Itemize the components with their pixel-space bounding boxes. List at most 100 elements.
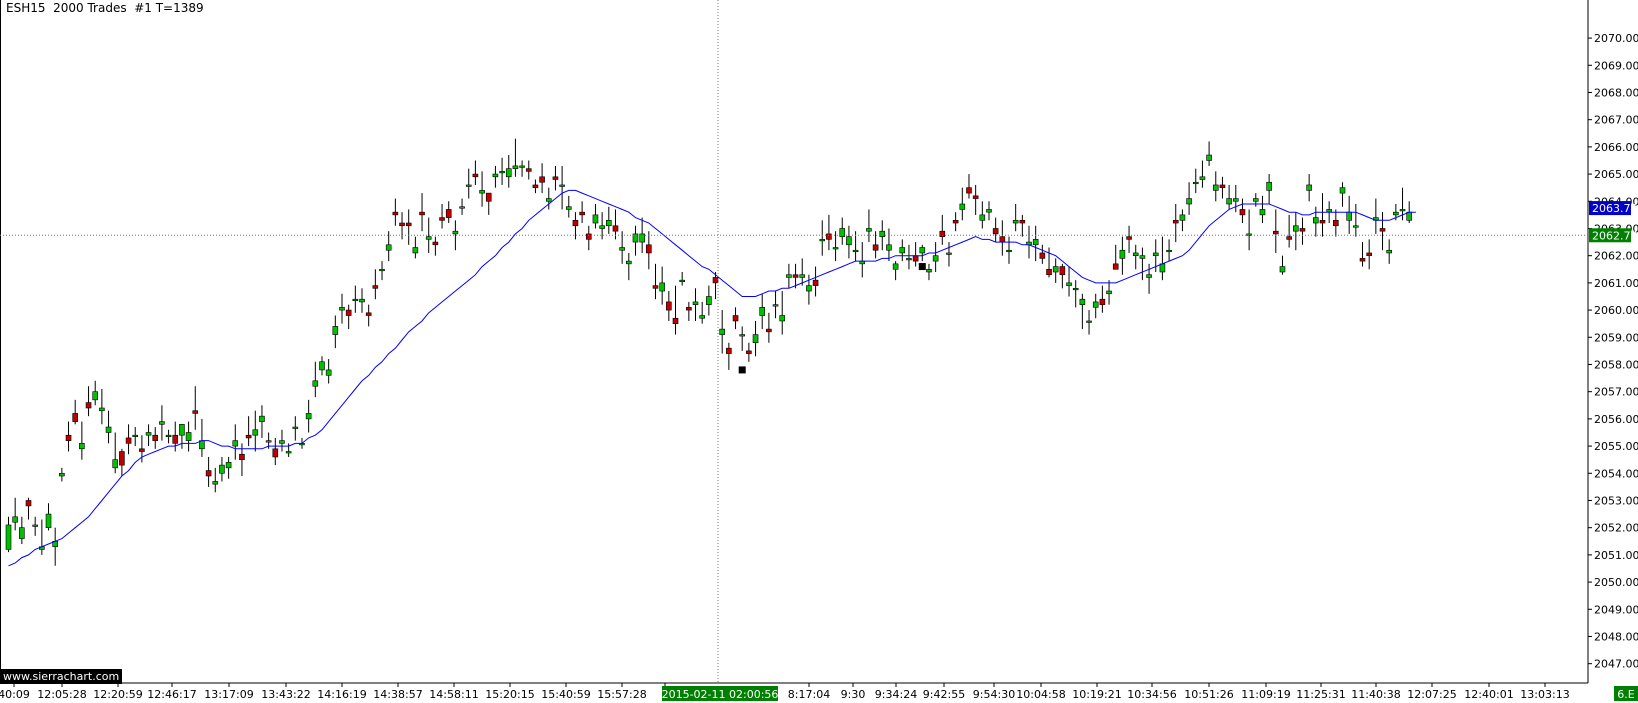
- candles-layer: [5, 138, 1412, 566]
- candle-down: [345, 309, 352, 316]
- candle-up: [779, 315, 786, 322]
- candle-up: [852, 249, 859, 253]
- y-tick-label: 2048.00: [1594, 630, 1638, 643]
- y-tick-label: 2058.00: [1594, 358, 1638, 371]
- candle-down: [239, 453, 245, 460]
- candle-up: [1246, 233, 1252, 236]
- x-tick-label: 12:40:01: [1464, 688, 1513, 701]
- candle-up: [519, 165, 525, 168]
- x-tick-label: 10:19:21: [1072, 688, 1121, 701]
- x-tick-label: 11:25:31: [1296, 688, 1345, 701]
- candle-down: [792, 274, 799, 278]
- y-tick-label: 2049.00: [1594, 603, 1638, 616]
- candle-up: [412, 247, 419, 254]
- candle-up: [179, 424, 185, 436]
- candle-up: [959, 203, 966, 210]
- y-tick-label: 2065.00: [1594, 168, 1638, 181]
- candle-down: [666, 301, 672, 311]
- candle-up: [32, 524, 38, 527]
- candle-up: [759, 307, 766, 316]
- candle-up: [112, 459, 119, 469]
- y-tick-label: 2055.00: [1594, 440, 1638, 453]
- candle-up: [325, 369, 332, 376]
- candle-down: [245, 434, 252, 439]
- candle-up: [806, 285, 812, 292]
- y-tick-label: 2052.00: [1594, 522, 1638, 535]
- candle-up: [1252, 198, 1259, 202]
- candle-down: [1019, 220, 1026, 224]
- candle-up: [1192, 181, 1199, 185]
- candle-up: [79, 443, 85, 450]
- crosshair-time-label: 2015-02-11 02:00:56: [662, 688, 779, 701]
- y-tick-label: 2047.00: [1594, 658, 1638, 671]
- candle-up: [265, 440, 272, 443]
- candle-up: [565, 206, 572, 210]
- y-tick-label: 2068.00: [1594, 86, 1638, 99]
- candle-down: [365, 312, 372, 316]
- candle-up: [819, 239, 826, 242]
- candle-up: [679, 279, 685, 282]
- x-tick-label: 11:40:38: [1351, 688, 1400, 701]
- y-tick-label: 2053.00: [1594, 494, 1638, 507]
- candle-up: [19, 527, 25, 539]
- x-tick-label: 10:51:26: [1184, 688, 1233, 701]
- candle-down: [532, 184, 539, 188]
- x-tick-label: 15:40:59: [541, 688, 590, 701]
- candle-down: [812, 279, 819, 286]
- candle-up: [279, 440, 285, 444]
- x-tick-label: 15:20:15: [485, 688, 534, 701]
- candle-down: [72, 413, 78, 422]
- candle-down: [872, 244, 879, 251]
- candle-up: [385, 244, 392, 251]
- x-tick-label: 9:42:55: [923, 688, 965, 701]
- watermark-label[interactable]: www.sierrachart.com: [0, 669, 123, 684]
- candle-up: [292, 426, 299, 429]
- candle-up: [772, 304, 779, 307]
- candle-down: [826, 233, 832, 240]
- candle-down: [1366, 252, 1372, 256]
- candle-up: [1086, 320, 1092, 323]
- candle-up: [12, 516, 18, 523]
- candle-up: [1353, 225, 1359, 228]
- candle-down: [1112, 263, 1119, 270]
- candle-down: [1299, 228, 1306, 232]
- x-tick-label: 12:05:28: [37, 688, 86, 701]
- time-axis[interactable]: 40:09 12:05:28 12:20:59 12:46:17 13:17:09 13:…: [0, 683, 1570, 701]
- candle-up: [145, 432, 152, 436]
- candle-up: [465, 184, 472, 187]
- candle-up: [892, 263, 899, 270]
- x-tick-label: 12:07:25: [1407, 688, 1456, 701]
- candle-up: [352, 298, 359, 302]
- candle-down: [1219, 184, 1226, 188]
- y-tick-label: 2057.00: [1594, 386, 1638, 399]
- candle-down: [732, 315, 739, 322]
- candle-down: [585, 233, 592, 240]
- candle-down: [419, 211, 425, 216]
- candle-down: [972, 195, 979, 199]
- candle-down: [472, 173, 479, 178]
- candle-down: [1333, 220, 1339, 227]
- x-tick-label: 13:17:09: [204, 688, 253, 701]
- candle-down: [192, 410, 199, 414]
- candle-up: [512, 165, 519, 169]
- candle-up: [1339, 187, 1346, 194]
- candle-down: [205, 470, 212, 477]
- candle-down: [766, 328, 772, 333]
- y-tick-label: 2059.00: [1594, 331, 1638, 344]
- x-tick-label: 14:16:19: [317, 688, 366, 701]
- candle-up: [45, 513, 52, 528]
- candle-down: [1239, 209, 1246, 216]
- candle-down: [1286, 236, 1292, 240]
- candle-up: [459, 206, 465, 209]
- candle-up: [545, 198, 552, 202]
- price-axis[interactable]: 2047.00 2048.00 2049.00 2050.00 2051.00 2052.…: [1588, 32, 1638, 671]
- candle-down: [139, 448, 145, 452]
- candle-up: [739, 334, 746, 337]
- candle-up: [946, 252, 952, 255]
- y-tick-label: 2066.00: [1594, 141, 1638, 154]
- price-chart[interactable]: 2047.00 2048.00 2049.00 2050.00 2051.00 2052.…: [0, 0, 1638, 703]
- candle-up: [1092, 301, 1099, 308]
- candle-up: [499, 171, 505, 174]
- candle-up: [339, 307, 345, 311]
- candle-down: [152, 434, 159, 441]
